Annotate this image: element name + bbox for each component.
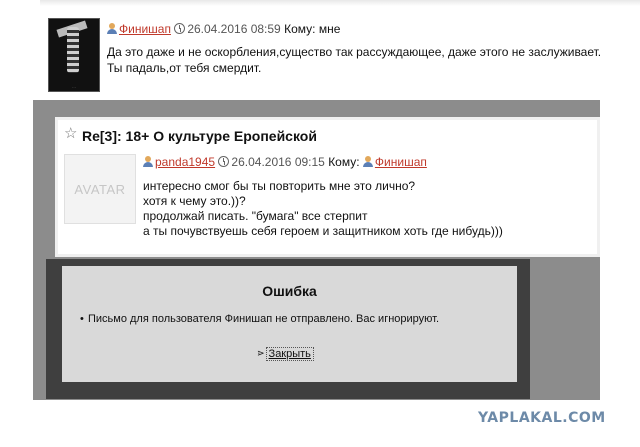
message-meta: panda1945 26.04.2016 09:15 Кому: Финишап xyxy=(143,155,427,169)
thread-title: Re[3]: 18+ О культуре Еропейской xyxy=(82,128,317,144)
divider xyxy=(40,0,640,6)
message-line: продолжай писать. "бумага" все стерпит xyxy=(143,209,368,223)
star-icon[interactable]: ☆ xyxy=(64,126,77,142)
avatar-caption-decoration: … xyxy=(72,84,76,89)
avatar-image-mast xyxy=(67,27,79,73)
message-meta: Финишап 26.04.2016 08:59 Кому: мне xyxy=(107,22,340,36)
watermark: YAPLAKAL.COM xyxy=(478,410,606,426)
message-datetime: 26.04.2016 08:59 xyxy=(187,22,281,36)
author-link[interactable]: Финишап xyxy=(119,22,171,36)
close-button[interactable]: ⋗ Закрыть xyxy=(257,347,314,361)
user-icon xyxy=(107,23,117,34)
recipient-label: Кому: xyxy=(284,22,316,36)
dialog-message: Письмо для пользователя Финишап не отпра… xyxy=(80,313,439,325)
user-icon xyxy=(362,156,373,167)
close-arrow-icon: ⋗ xyxy=(257,348,265,358)
message-line: хотя к чему это.))? xyxy=(143,194,246,208)
message-datetime: 26.04.2016 09:15 xyxy=(231,155,325,169)
message-line: Да это даже и не оскорбления,существо та… xyxy=(107,45,602,59)
clock-icon xyxy=(218,156,230,167)
message-line: Ты падаль,от тебя смердит. xyxy=(107,61,262,75)
message-line: интересно смог бы ты повторить мне это л… xyxy=(143,179,416,193)
clock-icon xyxy=(174,23,186,34)
dialog-title: Ошибка xyxy=(262,283,317,299)
recipient: мне xyxy=(318,22,341,36)
message-line: а ты почувствуешь себя героем и защитник… xyxy=(143,224,503,238)
close-button-label: Закрыть xyxy=(265,347,314,361)
author-link[interactable]: panda1945 xyxy=(155,155,215,169)
avatar-placeholder: AVATAR xyxy=(64,154,136,224)
recipient-link[interactable]: Финишап xyxy=(375,155,427,169)
user-icon xyxy=(143,156,153,167)
recipient-label: Кому: xyxy=(328,155,360,169)
avatar[interactable]: … xyxy=(48,18,100,92)
